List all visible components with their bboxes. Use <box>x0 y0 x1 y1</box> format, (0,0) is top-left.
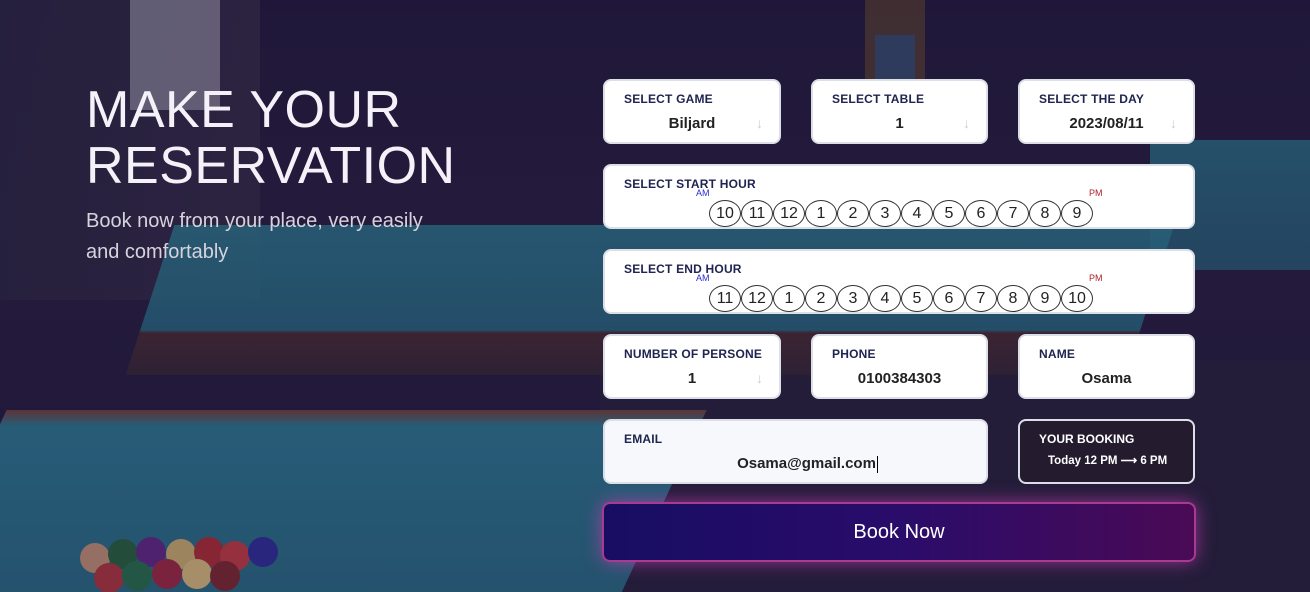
email-value-wrap: Osama@gmail.com <box>605 455 986 473</box>
number-of-persons-dropdown[interactable]: NUMBER OF PERSONE 1 ↓ <box>603 334 781 399</box>
hour-option-2[interactable]: 2 <box>837 200 869 227</box>
phone-label: PHONE <box>832 347 876 361</box>
select-game-value: Biljard <box>668 115 716 132</box>
select-day-value: 2023/08/11 <box>1069 115 1144 132</box>
am-label: AM <box>696 188 710 198</box>
hour-option-1[interactable]: 1 <box>805 200 837 227</box>
start-hour-options: 10 11 12 1 2 3 4 5 6 7 8 9 <box>709 200 1093 227</box>
hour-option-7[interactable]: 7 <box>965 285 997 312</box>
hour-option-1[interactable]: 1 <box>773 285 805 312</box>
text-caret <box>876 455 878 473</box>
end-hour-label: SELECT END HOUR <box>624 262 742 276</box>
phone-field[interactable]: PHONE 0100384303 <box>811 334 988 399</box>
hour-option-10[interactable]: 10 <box>709 200 741 227</box>
pm-label: PM <box>1089 273 1103 283</box>
hour-option-12[interactable]: 12 <box>773 200 805 227</box>
hour-option-12[interactable]: 12 <box>741 285 773 312</box>
select-table-label: SELECT TABLE <box>832 92 925 106</box>
select-game-dropdown[interactable]: SELECT GAME Biljard ↓ <box>603 79 781 144</box>
am-label: AM <box>696 273 710 283</box>
page-title: MAKE YOUR RESERVATION <box>86 81 456 195</box>
hour-option-9[interactable]: 9 <box>1029 285 1061 312</box>
down-arrow-icon: ↓ <box>963 115 970 131</box>
hour-option-3[interactable]: 3 <box>837 285 869 312</box>
pm-label: PM <box>1089 188 1103 198</box>
hour-option-9[interactable]: 9 <box>1061 200 1093 227</box>
hour-option-6[interactable]: 6 <box>933 285 965 312</box>
hour-option-11[interactable]: 11 <box>741 200 773 227</box>
hour-option-8[interactable]: 8 <box>997 285 1029 312</box>
hour-option-5[interactable]: 5 <box>933 200 965 227</box>
persons-label: NUMBER OF PERSONE <box>624 347 763 361</box>
email-value: Osama@gmail.com <box>737 455 876 472</box>
end-hour-selector: SELECT END HOUR AM PM 11 12 1 2 3 4 5 6 7 8 9 10 <box>603 249 1195 314</box>
name-field[interactable]: NAME Osama <box>1018 334 1195 399</box>
start-hour-label: SELECT START HOUR <box>624 177 756 191</box>
select-day-label: SELECT THE DAY <box>1039 92 1145 106</box>
name-value: Osama <box>1081 370 1132 387</box>
hour-option-5[interactable]: 5 <box>901 285 933 312</box>
select-table-value: 1 <box>895 115 904 132</box>
booking-summary-text: Today 12 PM ⟶ 6 PM <box>1048 455 1168 467</box>
name-label: NAME <box>1039 347 1076 361</box>
hour-option-10[interactable]: 10 <box>1061 285 1093 312</box>
hour-option-2[interactable]: 2 <box>805 285 837 312</box>
select-table-dropdown[interactable]: SELECT TABLE 1 ↓ <box>811 79 988 144</box>
phone-value: 0100384303 <box>857 370 942 387</box>
email-label: EMAIL <box>624 432 663 446</box>
email-field[interactable]: EMAIL Osama@gmail.com <box>603 419 988 484</box>
end-hour-options: 11 12 1 2 3 4 5 6 7 8 9 10 <box>709 285 1093 312</box>
hour-option-8[interactable]: 8 <box>1029 200 1061 227</box>
hour-option-7[interactable]: 7 <box>997 200 1029 227</box>
down-arrow-icon: ↓ <box>756 370 763 386</box>
start-hour-selector: SELECT START HOUR AM PM 10 11 12 1 2 3 4 5 6 7 8 9 <box>603 164 1195 229</box>
hour-option-4[interactable]: 4 <box>869 285 901 312</box>
select-day-dropdown[interactable]: SELECT THE DAY 2023/08/11 ↓ <box>1018 79 1195 144</box>
page-subtitle: Book now from your place, very easily an… <box>86 210 423 263</box>
booking-label: YOUR BOOKING <box>1039 432 1135 446</box>
book-now-button[interactable]: Book Now <box>602 502 1196 562</box>
hour-option-3[interactable]: 3 <box>869 200 901 227</box>
hour-option-11[interactable]: 11 <box>709 285 741 312</box>
hour-option-4[interactable]: 4 <box>901 200 933 227</box>
down-arrow-icon: ↓ <box>756 115 763 131</box>
down-arrow-icon: ↓ <box>1170 115 1177 131</box>
booking-summary: YOUR BOOKING Today 12 PM ⟶ 6 PM <box>1018 419 1195 484</box>
hour-option-6[interactable]: 6 <box>965 200 997 227</box>
persons-value: 1 <box>687 370 697 387</box>
select-game-label: SELECT GAME <box>624 92 713 106</box>
